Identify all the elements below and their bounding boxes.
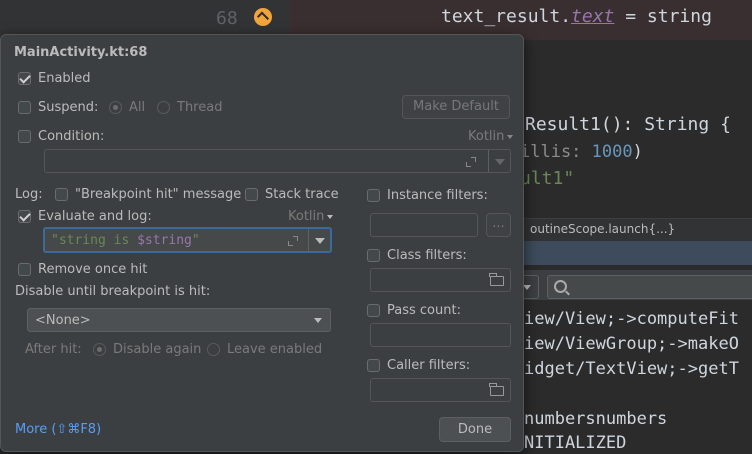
- code-prop: text: [571, 6, 615, 27]
- disable-again-radio[interactable]: [93, 343, 106, 356]
- instance-filters-button[interactable]: ...: [486, 213, 511, 237]
- chevron-down-icon: [314, 318, 322, 323]
- stack-trace-label: Stack trace: [265, 187, 339, 202]
- enabled-checkbox[interactable]: [18, 72, 31, 85]
- code-suffix: = string: [614, 6, 712, 27]
- code-line[interactable]: text_result.text = string: [441, 6, 712, 27]
- condition-checkbox[interactable]: [18, 130, 31, 143]
- logcat-search-input[interactable]: [547, 275, 752, 299]
- more-link[interactable]: More (⇧⌘F8): [15, 422, 101, 437]
- eval-str-prefix: "string is: [51, 233, 138, 248]
- code-prefix: text_result.: [441, 6, 572, 27]
- class-filters-label: Class filters:: [387, 248, 467, 263]
- eval-str-suffix: ": [191, 233, 200, 248]
- condition-lang-selector[interactable]: Kotlin: [468, 129, 514, 144]
- condition-lang-label: Kotlin: [468, 129, 505, 144]
- log-line: iew/ViewGroup;->makeO: [524, 334, 739, 354]
- search-icon: [554, 280, 567, 293]
- pass-count-input[interactable]: [370, 323, 511, 347]
- leave-enabled-label: Leave enabled: [227, 342, 323, 357]
- leave-enabled-radio[interactable]: [207, 343, 220, 356]
- disable-until-label: Disable until breakpoint is hit:: [15, 284, 211, 299]
- log-line: idget/TextView;->getT: [524, 359, 739, 379]
- log-label: Log:: [15, 187, 43, 202]
- param-hint: illis:: [520, 142, 582, 162]
- breakpoint-popup: MainActivity.kt:68 Enabled Suspend: All …: [0, 34, 524, 452]
- class-filters-checkbox[interactable]: [367, 249, 380, 262]
- stack-trace-checkbox[interactable]: [245, 188, 258, 201]
- code-string-line[interactable]: ult1": [520, 168, 574, 189]
- suspend-all-radio[interactable]: [109, 101, 122, 114]
- condition-input[interactable]: [44, 149, 511, 173]
- disable-until-value: <None>: [35, 313, 91, 328]
- log-line: NITIALIZED: [524, 433, 627, 453]
- remove-once-hit-label: Remove once hit: [38, 262, 148, 277]
- code-delay-line[interactable]: illis: 1000): [520, 142, 643, 162]
- disable-again-label: Disable again: [113, 342, 202, 357]
- make-default-button[interactable]: Make Default: [402, 95, 510, 119]
- breadcrumb[interactable]: outineScope.launch{...}: [530, 222, 675, 236]
- log-line: numbersnumbers: [524, 409, 668, 429]
- remove-once-hit-checkbox[interactable]: [18, 263, 31, 276]
- eval-log-checkbox[interactable]: [18, 210, 31, 223]
- delay-value: 1000: [591, 142, 633, 162]
- bp-hit-msg-label: "Breakpoint hit" message: [75, 187, 242, 202]
- eval-lang-selector[interactable]: Kotlin: [288, 209, 334, 224]
- pass-count-checkbox[interactable]: [367, 304, 380, 317]
- eval-log-label: Evaluate and log:: [38, 209, 152, 224]
- caller-filters-label: Caller filters:: [387, 358, 471, 373]
- condition-label: Condition:: [38, 129, 105, 144]
- tool-window-header: [524, 241, 752, 265]
- instance-filters-label: Instance filters:: [387, 188, 488, 203]
- suspend-thread-radio[interactable]: [157, 101, 170, 114]
- suspend-label: Suspend:: [38, 100, 99, 115]
- condition-history-button[interactable]: [488, 150, 510, 172]
- log-line: iew/View;->computeFit: [524, 309, 739, 329]
- enabled-label: Enabled: [38, 71, 91, 86]
- expand-icon[interactable]: [288, 236, 297, 245]
- suspend-thread-label: Thread: [177, 100, 223, 115]
- suspend-all-label: All: [129, 100, 146, 115]
- caller-filters-checkbox[interactable]: [367, 359, 380, 372]
- instance-filters-checkbox[interactable]: [367, 189, 380, 202]
- caller-filters-input[interactable]: [370, 378, 511, 402]
- popup-title: MainActivity.kt:68: [14, 45, 148, 60]
- chevron-down-icon: [507, 134, 514, 139]
- code-fn-line[interactable]: Result1(): String {: [525, 114, 731, 135]
- delay-close: ): [632, 142, 643, 162]
- class-filters-input[interactable]: [370, 268, 511, 292]
- eval-history-button[interactable]: [308, 229, 330, 251]
- expand-icon[interactable]: [466, 157, 475, 166]
- eval-lang-label: Kotlin: [288, 209, 325, 224]
- eval-var: $string: [137, 233, 192, 248]
- bp-hit-msg-checkbox[interactable]: [55, 188, 68, 201]
- done-button[interactable]: Done: [439, 417, 511, 442]
- after-hit-label: After hit:: [25, 342, 82, 357]
- line-number: 68: [216, 8, 238, 29]
- folder-icon[interactable]: [489, 273, 504, 286]
- folder-icon[interactable]: [489, 383, 504, 396]
- pass-count-label: Pass count:: [387, 303, 461, 318]
- breakpoint-icon[interactable]: [254, 8, 272, 26]
- disable-until-select[interactable]: <None>: [27, 308, 331, 332]
- chevron-down-icon: [327, 214, 334, 219]
- instance-filters-input[interactable]: [370, 213, 478, 237]
- suspend-checkbox[interactable]: [18, 101, 31, 114]
- eval-expression: "string is $string": [51, 233, 200, 248]
- eval-expression-input[interactable]: "string is $string": [43, 227, 332, 253]
